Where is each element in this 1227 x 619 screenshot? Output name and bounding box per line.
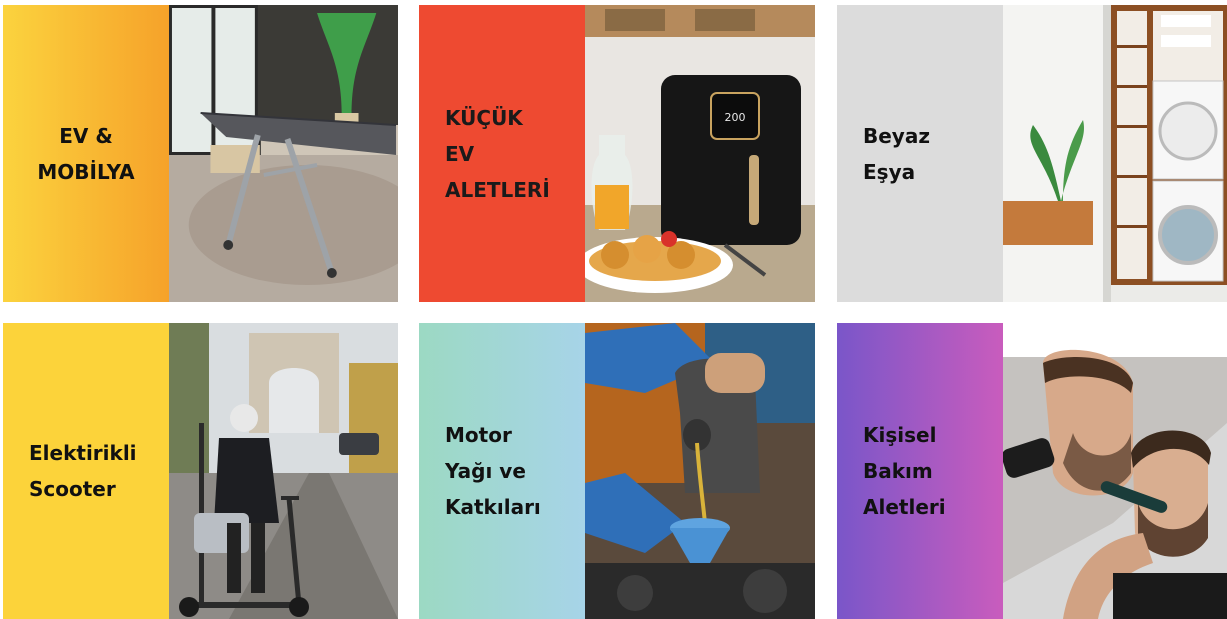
category-label-panel: KÜÇÜK EV ALETLERİ: [419, 5, 585, 302]
category-title: EV & MOBİLYA: [37, 123, 135, 184]
motor-oil-photo: [585, 323, 815, 619]
category-tile-white-goods[interactable]: Beyaz Eşya: [837, 5, 1227, 302]
category-label-panel: EV & MOBİLYA: [3, 5, 169, 302]
category-tile-home-furniture[interactable]: EV & MOBİLYA: [3, 5, 398, 302]
category-tile-small-appliances[interactable]: KÜÇÜK EV ALETLERİ 200: [419, 5, 815, 302]
category-title: Kişisel Bakım Aletleri: [863, 423, 946, 519]
category-tile-electric-scooter[interactable]: Elektirikli Scooter: [3, 323, 398, 619]
category-title: KÜÇÜK EV ALETLERİ: [445, 105, 550, 202]
category-title: Motor Yağı ve Katkıları: [445, 423, 541, 519]
category-title: Beyaz Eşya: [863, 123, 930, 184]
category-tile-personal-care[interactable]: Kişisel Bakım Aletleri: [837, 323, 1227, 619]
electric-scooter-photo: [169, 323, 398, 619]
category-label-panel: Elektirikli Scooter: [3, 323, 169, 619]
air-fryer-display: 200: [725, 111, 746, 124]
trimmer-photo: [1003, 323, 1227, 619]
category-label-panel: Kişisel Bakım Aletleri: [837, 323, 1003, 619]
washing-machine-photo: [1003, 5, 1227, 302]
category-label-panel: Motor Yağı ve Katkıları: [419, 323, 585, 619]
category-tile-motor-oil[interactable]: Motor Yağı ve Katkıları: [419, 323, 815, 619]
air-fryer-photo: 200: [585, 5, 815, 302]
category-title: Elektirikli Scooter: [29, 441, 137, 501]
ironing-board-photo: [169, 5, 398, 302]
category-label-panel: Beyaz Eşya: [837, 5, 1003, 302]
